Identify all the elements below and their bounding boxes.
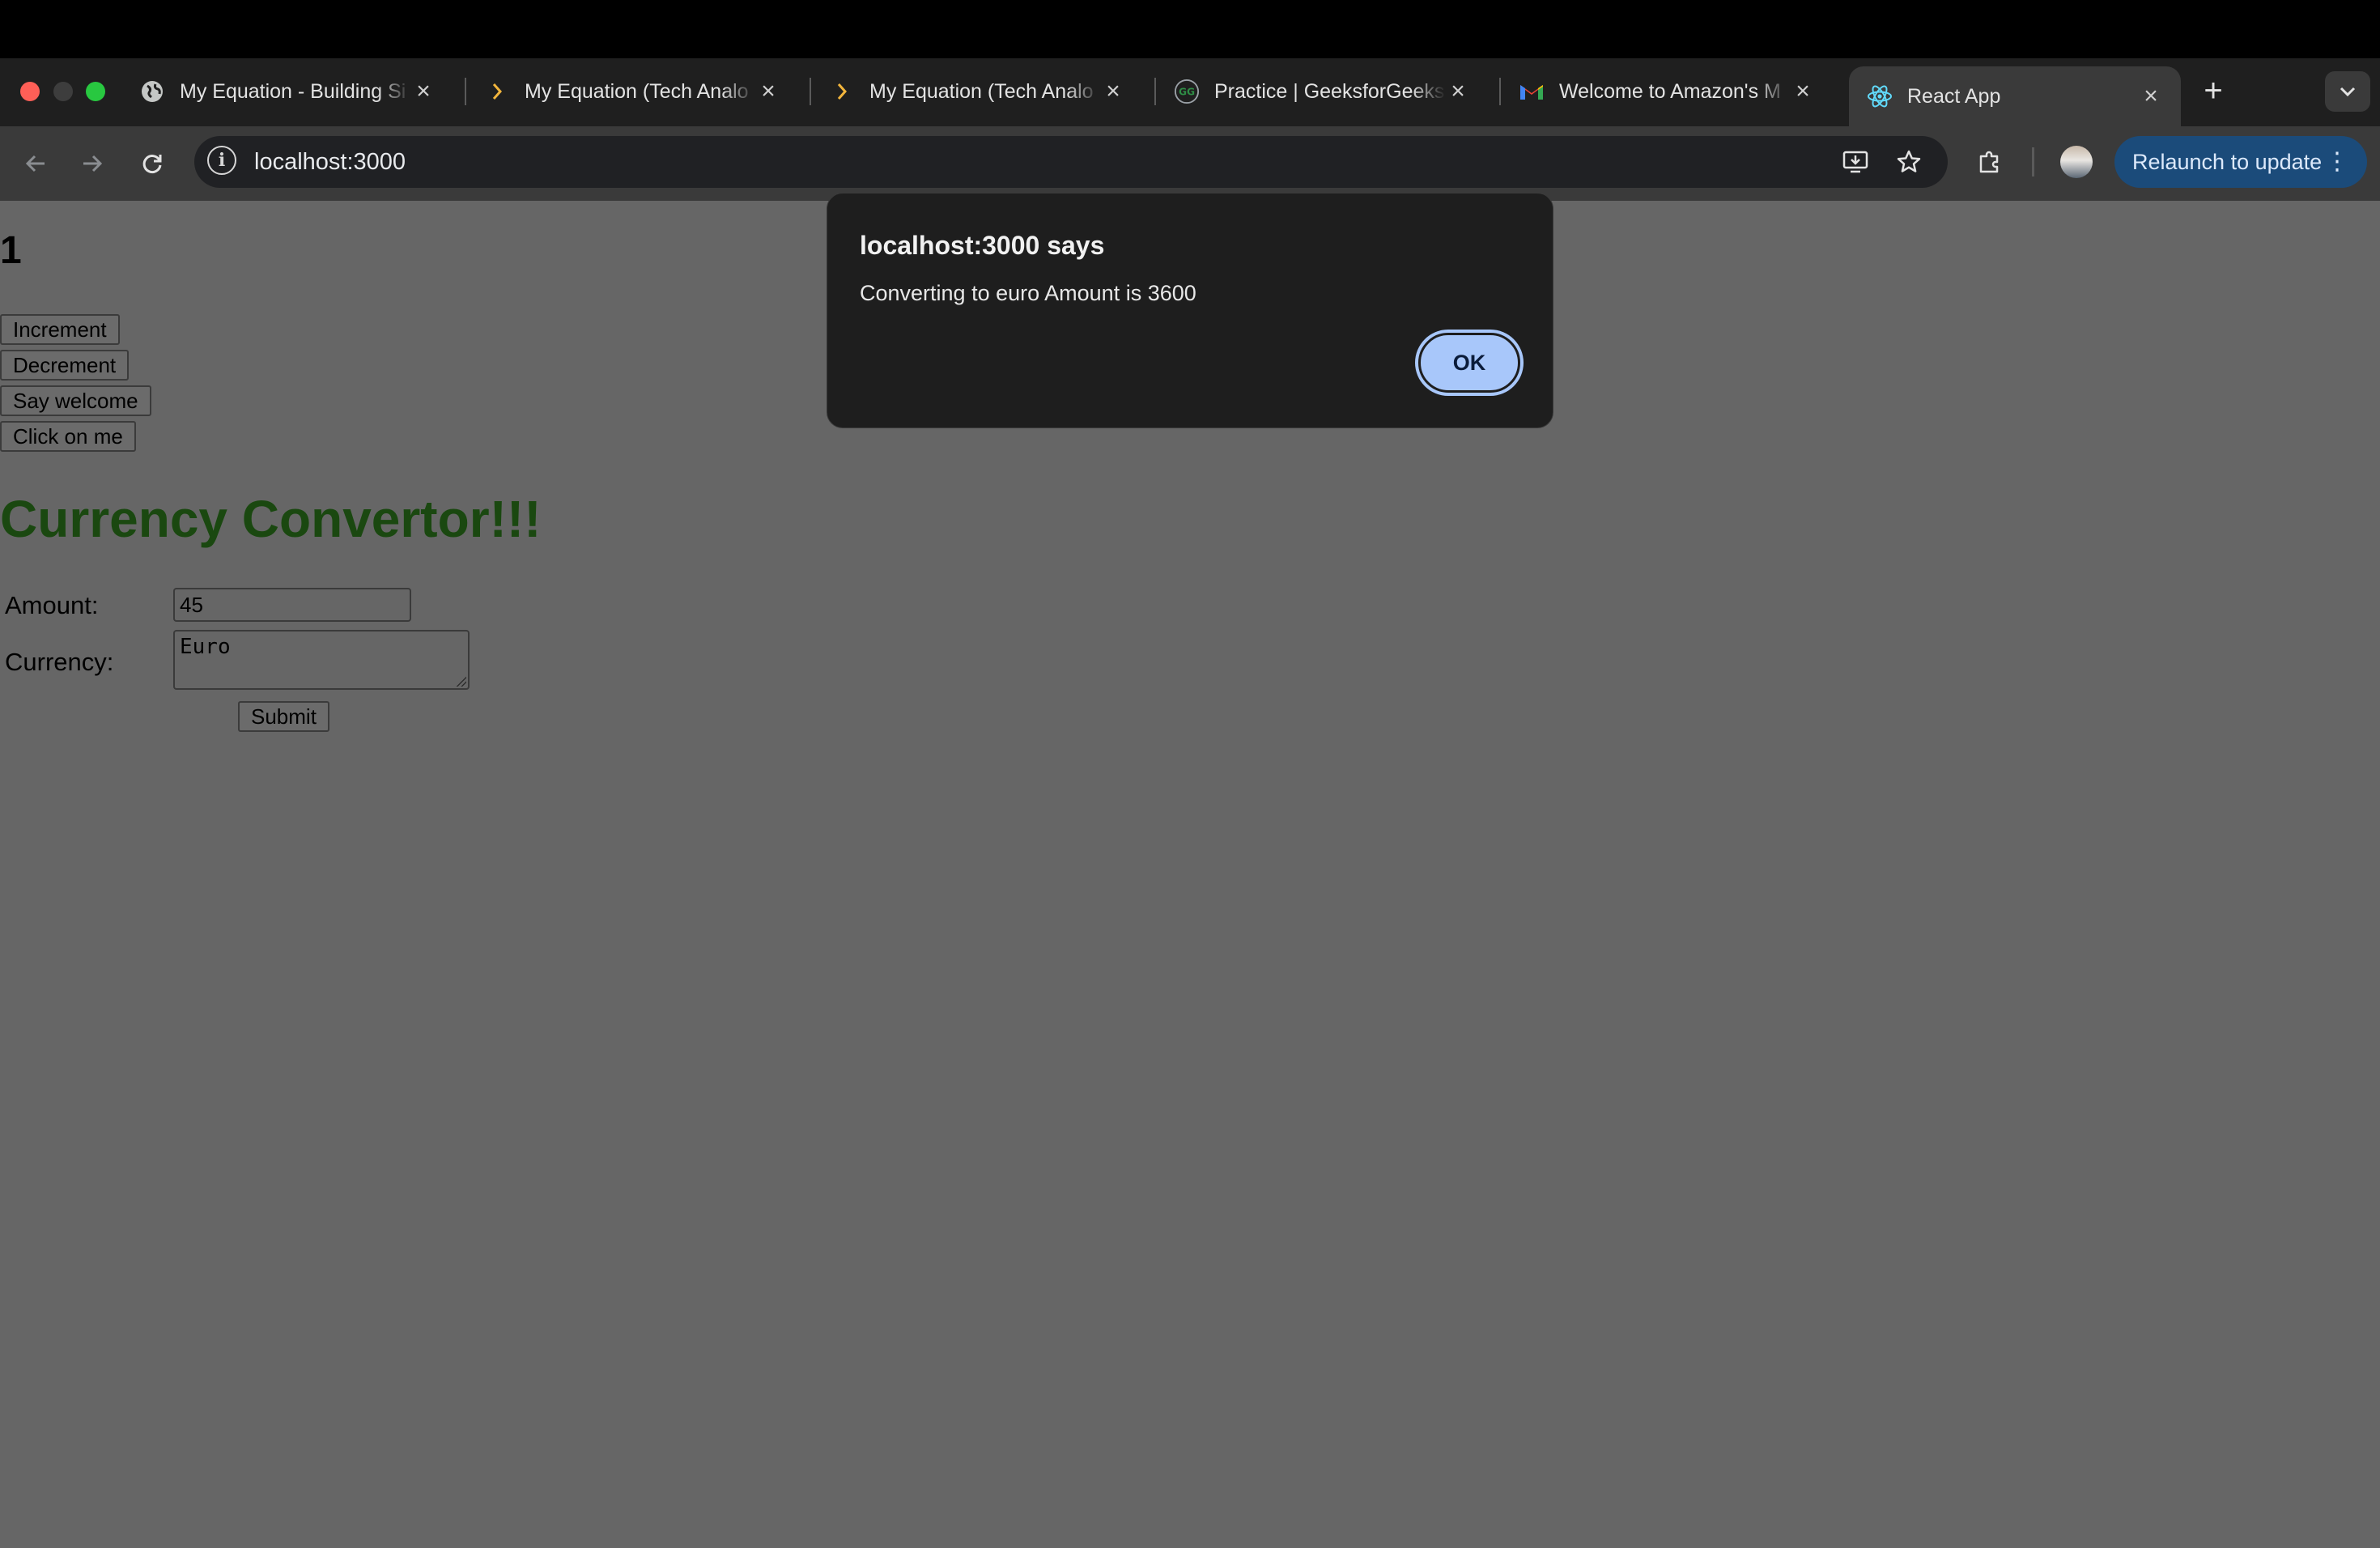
globe-icon [139, 79, 165, 104]
browser-tab[interactable]: GG Practice | GeeksforGeeks × [1156, 66, 1488, 117]
close-tab-icon[interactable]: × [756, 78, 780, 104]
back-arrow-icon[interactable] [16, 144, 55, 183]
react-icon [1867, 83, 1893, 109]
tab-title: React App [1907, 84, 2001, 108]
alert-title: localhost:3000 says [860, 231, 1105, 260]
close-window-button[interactable] [20, 82, 40, 101]
profile-avatar[interactable] [2060, 146, 2093, 178]
relaunch-to-update-button[interactable]: Relaunch to update ⋮ [2114, 136, 2367, 188]
install-app-icon[interactable] [1839, 146, 1872, 178]
resize-handle-icon[interactable] [455, 675, 466, 687]
site-info-icon[interactable]: i [207, 146, 236, 175]
close-tab-icon[interactable]: × [2139, 83, 2163, 109]
amount-input[interactable]: 45 [173, 588, 411, 622]
close-tab-icon[interactable]: × [411, 78, 436, 104]
close-tab-icon[interactable]: × [1446, 78, 1470, 104]
browser-tab[interactable]: My Equation (Tech Analo × [466, 66, 798, 117]
chevron-right-icon [829, 79, 855, 104]
system-menu-bar [0, 0, 2380, 58]
extensions-puzzle-icon[interactable] [1974, 146, 2006, 178]
increment-button[interactable]: Increment [0, 314, 120, 345]
tab-title: My Equation (Tech Analo [525, 79, 749, 103]
currency-value: Euro [180, 635, 231, 659]
tab-title: My Equation (Tech Analo [869, 79, 1094, 103]
alert-dialog: localhost:3000 says Converting to euro A… [827, 193, 1553, 428]
svg-text:GG: GG [1179, 87, 1195, 98]
browser-tab[interactable]: My Equation (Tech Analo × [811, 66, 1143, 117]
new-tab-icon[interactable]: + [2197, 73, 2229, 108]
geeksforgeeks-icon: GG [1174, 79, 1200, 104]
currency-label: Currency: [5, 648, 114, 676]
forward-arrow-icon[interactable] [73, 144, 112, 183]
ok-button[interactable]: OK [1418, 333, 1520, 393]
relaunch-label: Relaunch to update [2132, 149, 2323, 174]
currency-textarea[interactable]: Euro [173, 630, 470, 690]
chevron-right-icon [484, 79, 510, 104]
maximize-window-button[interactable] [86, 82, 105, 101]
tab-search-chevron-icon[interactable] [2325, 71, 2370, 112]
tab-title: My Equation - Building Si [180, 79, 406, 103]
toolbar-divider [2032, 147, 2034, 176]
decrement-button[interactable]: Decrement [0, 350, 130, 381]
alert-message: Converting to euro Amount is 3600 [860, 281, 1196, 305]
reload-icon[interactable] [133, 144, 172, 183]
close-tab-icon[interactable]: × [1101, 78, 1125, 104]
gmail-icon [1519, 79, 1545, 104]
tab-title: Practice | GeeksforGeeks [1214, 79, 1445, 103]
counter-value: 1 [0, 229, 22, 272]
amount-label: Amount: [5, 591, 99, 619]
more-vertical-icon[interactable]: ⋮ [2325, 147, 2349, 176]
bookmark-star-icon[interactable] [1893, 146, 1925, 178]
click-on-me-button[interactable]: Click on me [0, 421, 136, 452]
close-tab-icon[interactable]: × [1791, 78, 1815, 104]
address-bar[interactable] [194, 136, 1948, 188]
minimize-window-button[interactable] [53, 82, 73, 101]
browser-tab-active[interactable]: React App × [1849, 66, 2181, 126]
url-text[interactable]: localhost:3000 [254, 146, 406, 178]
page-heading: Currency Convertor!!! [0, 490, 542, 548]
tab-title: Welcome to Amazon's M [1559, 79, 1781, 103]
browser-tab[interactable]: Welcome to Amazon's M × [1501, 66, 1833, 117]
submit-button[interactable]: Submit [238, 701, 329, 732]
browser-tab[interactable]: My Equation - Building Si × [121, 66, 453, 117]
say-welcome-button[interactable]: Say welcome [0, 385, 151, 416]
